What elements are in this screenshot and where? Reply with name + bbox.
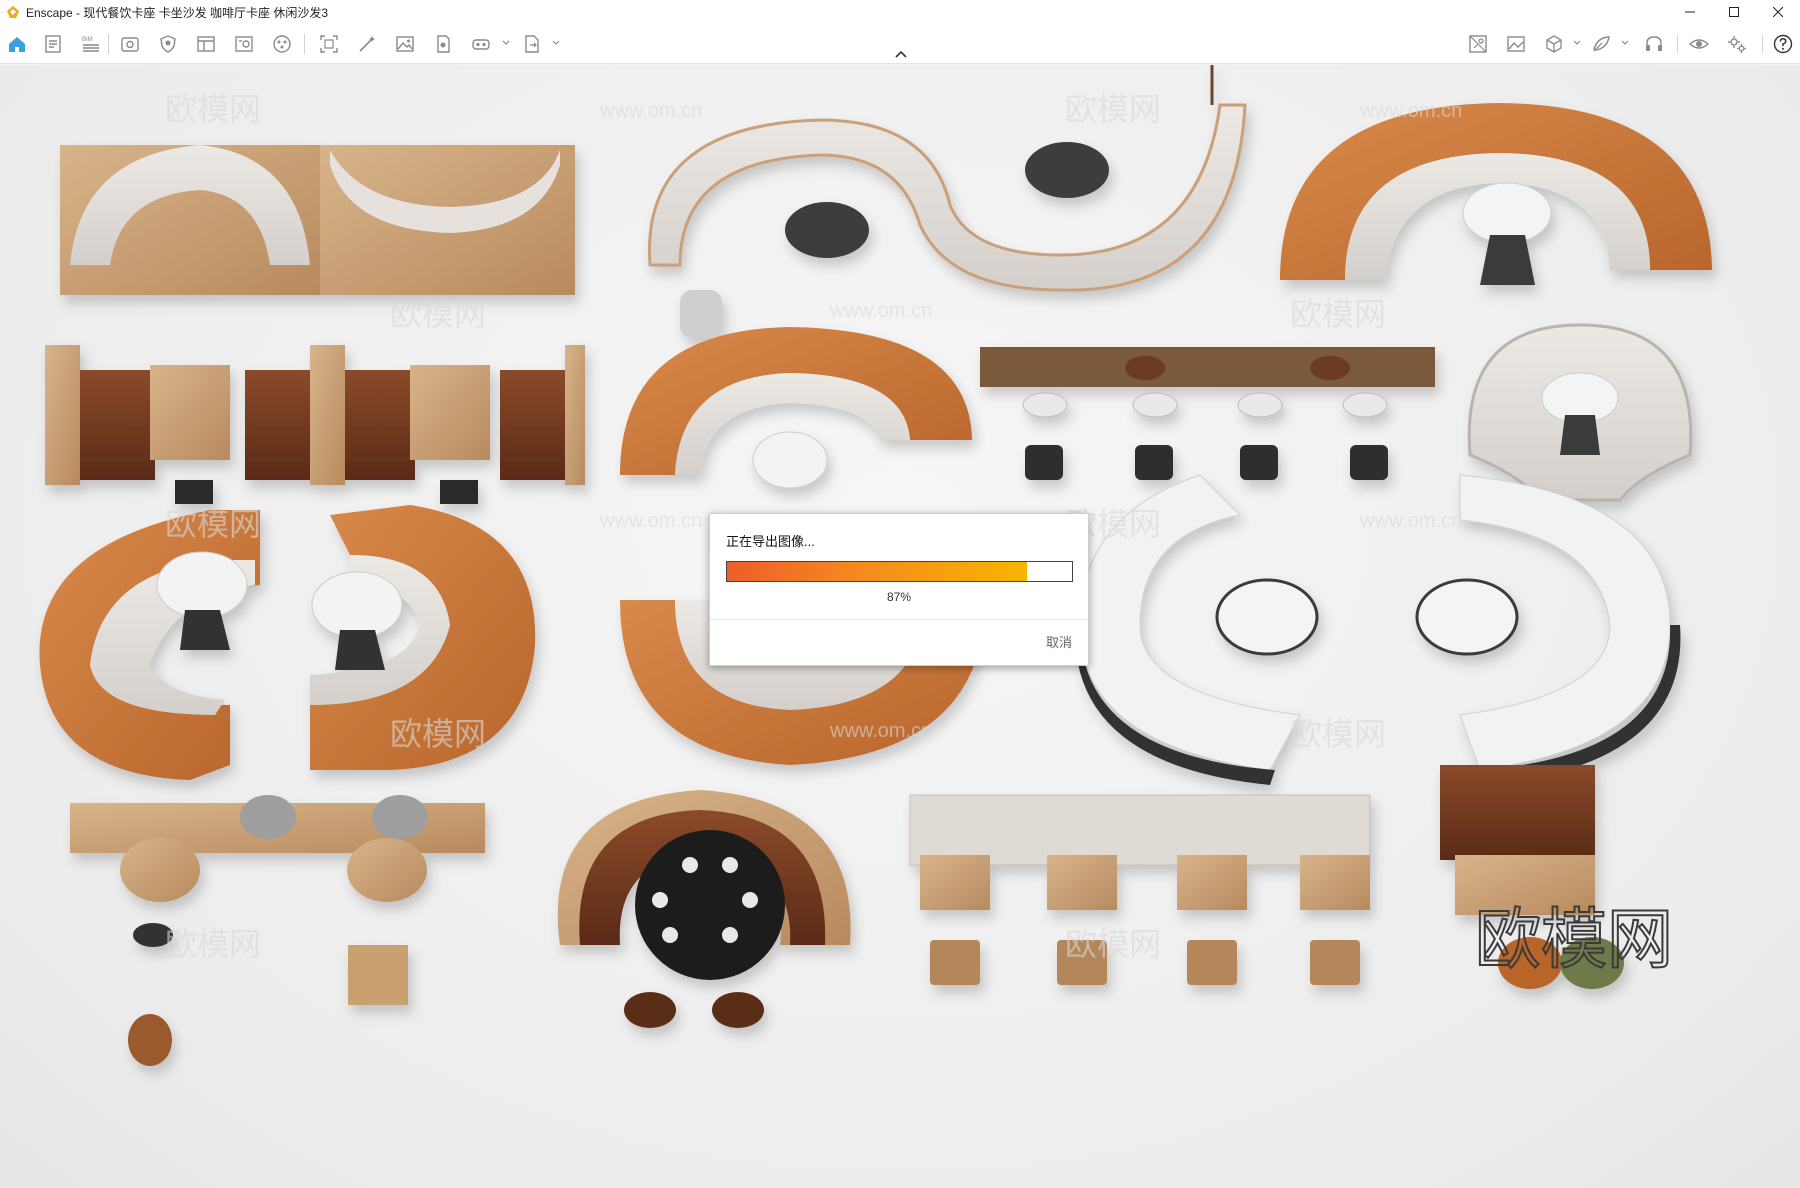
asset-library-icon — [273, 35, 291, 53]
preview-button[interactable] — [1686, 32, 1712, 56]
dark-leather-round-booth — [557, 790, 851, 1028]
svg-text:www.om.cn: www.om.cn — [599, 510, 702, 532]
round-light-booth — [1467, 323, 1693, 502]
home-icon — [9, 37, 25, 52]
headset-button[interactable] — [1641, 32, 1667, 56]
headset-icon — [1646, 36, 1662, 51]
svg-text:欧模网: 欧模网 — [390, 296, 486, 332]
object-dropdown[interactable] — [1573, 38, 1581, 48]
svg-text:欧模网: 欧模网 — [165, 506, 261, 542]
window-controls — [1668, 0, 1800, 24]
export-progress-dialog: 正在导出图像... 87% 取消 — [709, 513, 1089, 666]
home-button[interactable] — [4, 32, 30, 56]
dialog-divider — [710, 619, 1088, 620]
help-button[interactable] — [1770, 32, 1796, 56]
svg-text:www.om.cn: www.om.cn — [1359, 100, 1462, 122]
upload-button[interactable] — [231, 32, 257, 56]
svg-text:欧模网: 欧模网 — [390, 716, 486, 752]
collapse-toolbar-icon[interactable] — [894, 50, 908, 60]
material-editor-button[interactable] — [155, 32, 181, 56]
toolbar-separator — [108, 34, 109, 54]
image-gallery-icon — [1507, 36, 1525, 52]
atmosphere-button[interactable] — [1588, 32, 1614, 56]
chevron-down-icon — [1621, 40, 1629, 45]
brand-logo: 欧模网 — [1475, 902, 1673, 976]
object-button[interactable] — [1541, 32, 1567, 56]
svg-text:欧模网: 欧模网 — [1065, 91, 1161, 127]
asset-library-button[interactable] — [269, 32, 295, 56]
vr-dropdown[interactable] — [502, 38, 510, 48]
image-document-icon — [235, 36, 253, 52]
enscape-logo-icon — [7, 6, 19, 18]
cube-icon — [1546, 35, 1562, 53]
svg-text:www.om.cn: www.om.cn — [1359, 510, 1462, 532]
project-manager-button[interactable] — [40, 32, 66, 56]
wood-booth-row — [45, 345, 585, 504]
semicircle-orange-booth — [1280, 103, 1712, 285]
minimize-icon — [1685, 11, 1695, 13]
wand-icon — [359, 36, 375, 52]
maximize-button[interactable] — [1712, 0, 1756, 24]
bar-counter — [980, 347, 1435, 480]
export-message: 正在导出图像... — [726, 534, 815, 549]
material-shield-icon — [160, 35, 176, 53]
panel-button[interactable] — [193, 32, 219, 56]
maximize-icon — [1729, 7, 1739, 17]
site-context-icon — [1469, 35, 1487, 53]
svg-text:www.om.cn: www.om.cn — [829, 720, 932, 742]
bim-mode-button[interactable]: BIM — [78, 32, 104, 56]
chevron-down-icon — [552, 40, 560, 45]
render-image-button[interactable] — [392, 32, 418, 56]
svg-text:www.om.cn: www.om.cn — [599, 100, 702, 122]
atmosphere-dropdown[interactable] — [1621, 38, 1629, 48]
orange-s-booth-left — [39, 510, 261, 780]
export-document-icon — [525, 35, 539, 53]
close-icon — [1773, 7, 1783, 17]
screenshot-frame-icon — [320, 35, 338, 53]
vr-button[interactable] — [468, 32, 494, 56]
bim-list-icon: BIM — [82, 37, 99, 52]
view-icon — [121, 37, 139, 52]
settings-button[interactable] — [1724, 32, 1750, 56]
progress-bar — [726, 561, 1073, 582]
settings-icon — [1728, 36, 1746, 53]
site-context-button[interactable] — [1465, 32, 1491, 56]
screenshot-button[interactable] — [316, 32, 342, 56]
wave-wood-booth — [60, 145, 575, 295]
progress-fill — [727, 562, 1028, 581]
export-dropdown[interactable] — [552, 38, 560, 48]
gallery-button[interactable] — [1503, 32, 1529, 56]
toolbar-separator — [1677, 34, 1678, 54]
progress-percent: 87% — [886, 590, 912, 604]
svg-text:欧模网: 欧模网 — [165, 926, 261, 962]
toolbar-separator — [1762, 34, 1763, 54]
svg-text:www.om.cn: www.om.cn — [829, 300, 932, 322]
visual-settings-button[interactable] — [354, 32, 380, 56]
views-button[interactable] — [117, 32, 143, 56]
vr-headset-icon — [472, 39, 490, 50]
wood-bench-with-tables — [70, 795, 485, 1066]
eye-icon — [1688, 39, 1710, 49]
title-bar: Enscape - 现代餐饮卡座 卡坐沙发 咖啡厅卡座 休闲沙发3 — [0, 0, 1800, 24]
help-icon — [1773, 34, 1793, 54]
panel-icon — [197, 36, 215, 52]
batch-render-button[interactable] — [430, 32, 456, 56]
svg-text:欧模网: 欧模网 — [1290, 296, 1386, 332]
window-title: Enscape - 现代餐饮卡座 卡坐沙发 咖啡厅卡座 休闲沙发3 — [26, 5, 329, 20]
export-button[interactable] — [519, 32, 545, 56]
svg-text:欧模网: 欧模网 — [165, 91, 261, 127]
close-button[interactable] — [1756, 0, 1800, 24]
atmosphere-icon — [1593, 36, 1610, 52]
toolbar-separator — [304, 34, 305, 54]
minimize-button[interactable] — [1668, 0, 1712, 24]
cancel-button[interactable]: 取消 — [1046, 632, 1072, 651]
chevron-down-icon — [502, 40, 510, 45]
chevron-down-icon — [1573, 40, 1581, 45]
svg-text:欧模网: 欧模网 — [1290, 716, 1386, 752]
picture-icon — [396, 36, 414, 52]
svg-text:BIM: BIM — [82, 37, 93, 43]
svg-text:欧模网: 欧模网 — [1065, 926, 1161, 962]
document-icon — [45, 35, 61, 53]
batch-render-icon — [437, 35, 450, 53]
